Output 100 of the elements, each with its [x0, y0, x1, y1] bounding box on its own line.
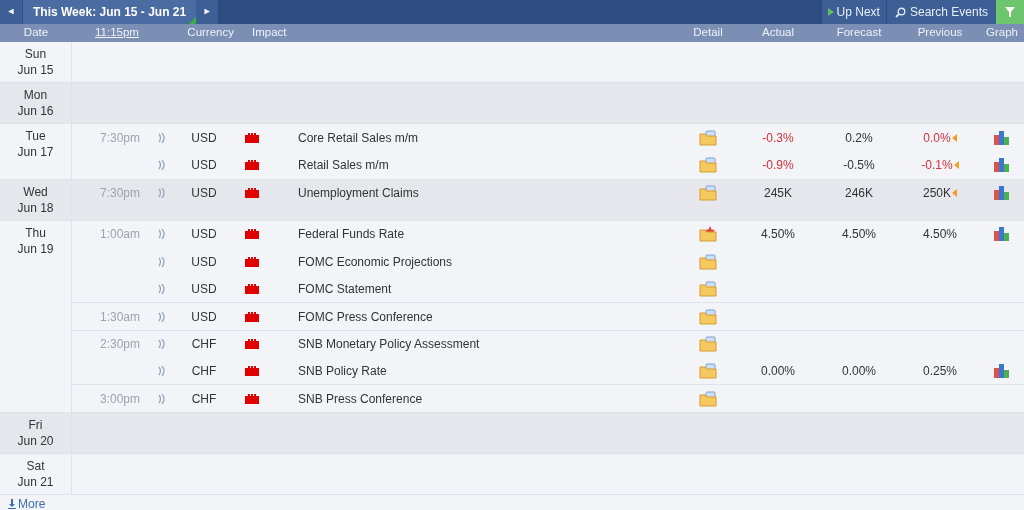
event-title[interactable]: FOMC Economic Projections	[298, 254, 453, 269]
week-label: This Week: Jun 15 - Jun 21	[23, 0, 197, 24]
currency-code: USD	[191, 254, 217, 269]
event-time: 3:00pm	[99, 391, 140, 406]
sound-icon[interactable]	[158, 256, 166, 267]
sound-icon[interactable]	[158, 338, 166, 349]
event-title[interactable]: SNB Monetary Policy Assessment	[298, 336, 480, 351]
day-name: Sat	[26, 457, 45, 474]
sound-icon[interactable]	[158, 159, 166, 170]
folder-star-icon[interactable]	[699, 226, 717, 243]
day-name: Tue	[25, 128, 46, 144]
more-link[interactable]: More	[8, 495, 46, 510]
column-title: Currency	[186, 25, 235, 41]
folder-icon[interactable]	[699, 129, 717, 146]
folder-icon[interactable]	[699, 156, 717, 173]
forecast-value: -0.5%	[843, 157, 875, 172]
folder-icon[interactable]	[699, 280, 717, 297]
corner-mark-icon	[189, 17, 197, 24]
column-title: Impact	[251, 25, 288, 41]
previous-value: 0.0%	[923, 129, 951, 147]
search-events-button[interactable]: Search Events	[886, 0, 996, 24]
next-week-button[interactable]: ►	[196, 0, 219, 24]
sound-icon[interactable]	[158, 393, 166, 404]
column-title: Detail	[692, 25, 724, 41]
bar-chart-icon[interactable]	[994, 186, 1010, 201]
day-date: Jun 21	[17, 473, 54, 490]
column-title: Date	[22, 25, 50, 41]
play-icon	[827, 8, 834, 16]
day-name: Fri	[28, 416, 43, 433]
event-title[interactable]: Core Retail Sales m/m	[298, 130, 419, 145]
sound-icon[interactable]	[158, 132, 166, 143]
column-title: Previous	[916, 25, 964, 41]
folder-icon[interactable]	[699, 185, 717, 202]
forecast-value: 0.2%	[845, 130, 873, 145]
event-time: 7:30pm	[99, 130, 140, 145]
bar-chart-icon[interactable]	[994, 363, 1010, 378]
event-title[interactable]: SNB Press Conference	[298, 391, 423, 406]
event-title[interactable]: FOMC Statement	[298, 281, 392, 296]
folder-icon[interactable]	[699, 335, 717, 352]
day-name: Mon	[23, 87, 48, 103]
day-date: Jun 17	[17, 144, 54, 160]
sound-icon[interactable]	[158, 229, 166, 240]
currency-code: USD	[191, 130, 217, 145]
day-date: Jun 19	[17, 240, 54, 257]
event-time: 2:30pm	[99, 336, 140, 351]
currency-code: USD	[191, 157, 217, 172]
currency-code: USD	[191, 281, 217, 296]
actual-value: 0.00%	[761, 363, 795, 378]
filter-icon	[1005, 7, 1015, 17]
day-date: Jun 20	[17, 432, 54, 449]
previous-value: 0.25%	[923, 362, 957, 380]
currency-code: CHF	[191, 336, 217, 351]
actual-value: 245K	[764, 186, 792, 201]
sound-icon[interactable]	[158, 188, 166, 199]
previous-value: -0.1%	[921, 156, 953, 174]
column-title: Actual	[761, 25, 795, 41]
event-title[interactable]: SNB Policy Rate	[298, 363, 387, 378]
currency-code: CHF	[191, 363, 217, 378]
currency-code: CHF	[191, 391, 217, 406]
download-icon	[8, 499, 16, 510]
day-name: Sun	[24, 46, 47, 62]
column-title: Graph	[985, 25, 1019, 41]
folder-icon[interactable]	[699, 253, 717, 270]
bar-chart-icon[interactable]	[994, 130, 1010, 145]
forecast-value: 246K	[845, 186, 873, 201]
column-title: Forecast	[835, 25, 883, 41]
bar-chart-icon[interactable]	[994, 227, 1010, 242]
currency-code: USD	[191, 309, 217, 324]
actual-value: -0.3%	[762, 130, 794, 145]
event-title[interactable]: Retail Sales m/m	[298, 157, 389, 172]
event-title[interactable]: Unemployment Claims	[298, 186, 419, 201]
folder-icon[interactable]	[699, 362, 717, 379]
event-time: 1:00am	[99, 227, 140, 242]
folder-icon[interactable]	[699, 390, 717, 407]
previous-value: 4.50%	[923, 226, 957, 244]
day-name: Thu	[25, 224, 46, 241]
event-time: 1:30am	[99, 309, 140, 324]
day-name: Wed	[23, 183, 48, 200]
forecast-value: 0.00%	[842, 363, 876, 378]
sound-icon[interactable]	[158, 283, 166, 294]
sound-icon[interactable]	[158, 311, 166, 322]
folder-icon[interactable]	[699, 308, 717, 325]
up-next-button[interactable]: Up Next	[821, 0, 886, 24]
event-time: 7:30pm	[99, 186, 140, 201]
event-title[interactable]: FOMC Press Conference	[298, 309, 433, 324]
event-title[interactable]: Federal Funds Rate	[298, 227, 405, 242]
forecast-value: 4.50%	[842, 227, 876, 242]
previous-value: 250K	[923, 185, 951, 203]
bar-chart-icon[interactable]	[994, 157, 1010, 172]
currency-code: USD	[191, 227, 217, 242]
currency-code: USD	[191, 186, 217, 201]
previous-week-button[interactable]: ◄	[0, 0, 22, 24]
search-icon	[894, 6, 906, 18]
day-date: Jun 16	[17, 103, 54, 119]
filter-button[interactable]	[996, 0, 1024, 24]
actual-value: -0.9%	[762, 157, 794, 172]
actual-value: 4.50%	[761, 227, 795, 242]
day-date: Jun 15	[17, 62, 54, 78]
day-date: Jun 18	[17, 199, 54, 216]
sound-icon[interactable]	[158, 365, 166, 376]
